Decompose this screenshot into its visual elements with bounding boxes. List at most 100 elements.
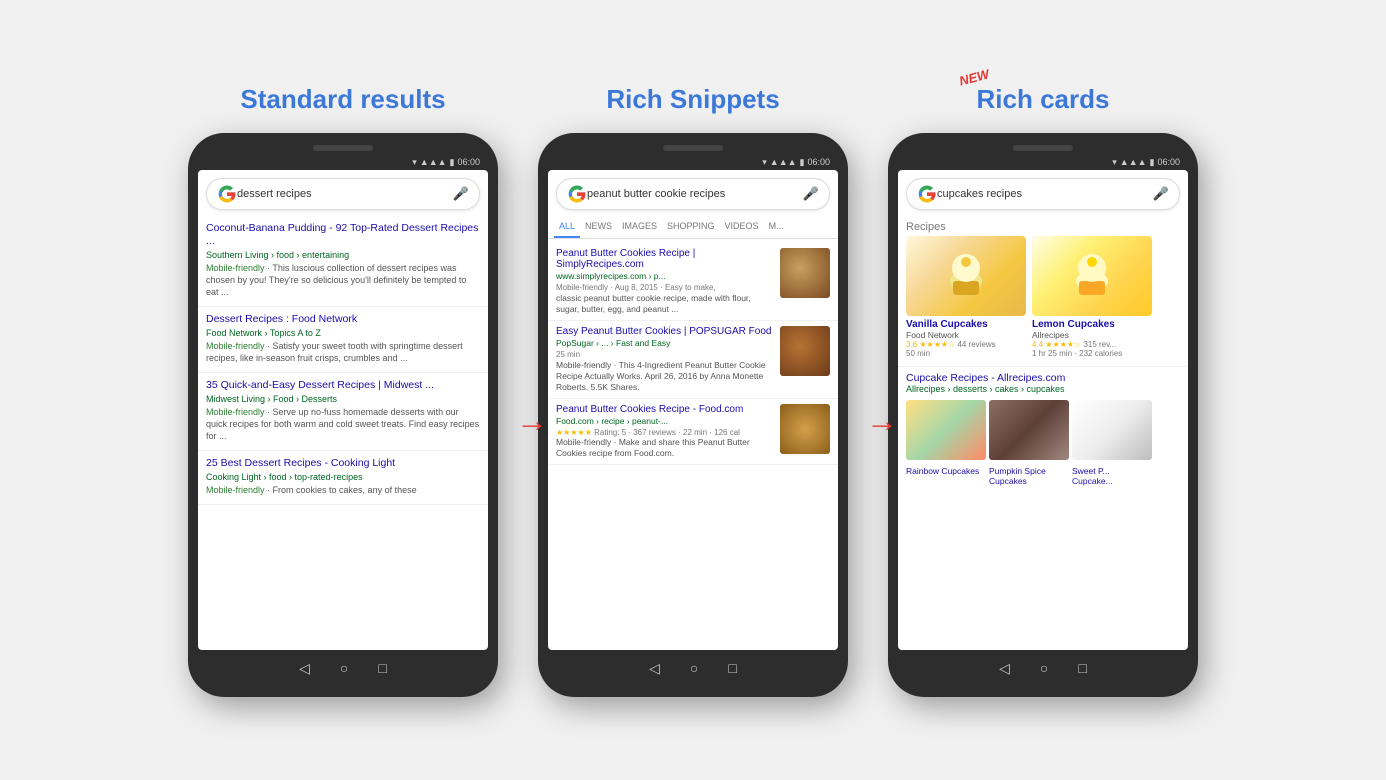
status-bar: ▾ ▲▲▲ ▮ 06:00 [198, 155, 488, 170]
status-icons-3: ▾ ▲▲▲ ▮ 06:00 [1112, 157, 1180, 168]
cupcake-result-title[interactable]: Cupcake Recipes - Allrecipes.com [906, 372, 1180, 384]
home-icon[interactable]: ○ [340, 660, 348, 676]
status-icons-2: ▾ ▲▲▲ ▮ 06:00 [762, 157, 830, 168]
card-lemon-cupcakes[interactable]: Lemon Cupcakes Allrecipes 4.4 ★★★★☆ 315 … [1032, 236, 1152, 358]
cupcake-result-url: Allrecipes › desserts › cakes › cupcakes [906, 384, 1180, 394]
result-4-title[interactable]: 25 Best Dessert Recipes - Cooking Light [206, 457, 480, 471]
snippet-2-url: PopSugar › ... › Fast and Easy [556, 338, 774, 348]
result-4-url: Cooking Light › food › top-rated-recipes [206, 472, 480, 482]
signal-icon-2: ▲▲▲ [770, 157, 797, 167]
card-img-vanilla [906, 236, 1026, 316]
standard-results-column: Standard results ▾ ▲▲▲ ▮ 06:00 [188, 84, 498, 697]
phone-screen-standard: dessert recipes 🎤 Coconut-Banana Pudding… [198, 170, 488, 650]
snippet-1-title[interactable]: Peanut Butter Cookies Recipe | SimplyRec… [556, 248, 774, 270]
phone-speaker [313, 145, 373, 151]
search-query-standard: dessert recipes [237, 188, 453, 200]
result-3-title[interactable]: 35 Quick-and-Easy Dessert Recipes | Midw… [206, 379, 480, 393]
result-2-url: Food Network › Topics A to Z [206, 328, 480, 338]
cookie-img-3 [780, 404, 830, 454]
snippet-2-text: Easy Peanut Butter Cookies | POPSUGAR Fo… [556, 326, 774, 393]
result-1-title[interactable]: Coconut-Banana Pudding - 92 Top-Rated De… [206, 222, 480, 249]
card-img-lemon [1032, 236, 1152, 316]
card-2-time: 1 hr 25 min · 232 calories [1032, 349, 1152, 358]
search-bar-snippets[interactable]: peanut butter cookie recipes 🎤 [556, 178, 830, 210]
mic-icon-cards[interactable]: 🎤 [1153, 186, 1169, 202]
mic-icon-snippets[interactable]: 🎤 [803, 186, 819, 202]
phone-rich-cards: ▾ ▲▲▲ ▮ 06:00 cupcakes recipes 🎤 [888, 133, 1198, 697]
result-2: Dessert Recipes : Food Network Food Netw… [198, 307, 488, 373]
recipes-label: Recipes [898, 216, 1188, 236]
result-4-desc: Mobile-friendly · From cookies to cakes,… [206, 484, 480, 496]
tab-more[interactable]: M... [764, 216, 789, 238]
recipe-cards-row: Vanilla Cupcakes Food Network 3.6 ★★★★☆ … [898, 236, 1188, 366]
snippet-3-title[interactable]: Peanut Butter Cookies Recipe - Food.com [556, 404, 774, 415]
snippet-3-text: Peanut Butter Cookies Recipe - Food.com … [556, 404, 774, 459]
result-3-desc: Mobile-friendly · Serve up no-fuss homem… [206, 406, 480, 442]
back-icon-2[interactable]: ◁ [649, 660, 660, 677]
search-bar-cards[interactable]: cupcakes recipes 🎤 [906, 178, 1180, 210]
cupcake-labels-row: Rainbow Cupcakes Pumpkin Spice Cupcakes … [898, 464, 1188, 492]
tab-shopping[interactable]: SHOPPING [662, 216, 720, 238]
card-2-source: Allrecipes [1032, 330, 1152, 340]
phone-standard: ▾ ▲▲▲ ▮ 06:00 dessert recipes 🎤 [188, 133, 498, 697]
phone-nav-bar-standard: ◁ ○ □ [198, 650, 488, 681]
cupcake-thumb-2[interactable] [989, 400, 1069, 460]
card-1-reviews: 44 reviews [957, 340, 995, 349]
signal-icon-3: ▲▲▲ [1120, 157, 1147, 167]
card-vanilla-cupcakes[interactable]: Vanilla Cupcakes Food Network 3.6 ★★★★☆ … [906, 236, 1026, 358]
status-bar-3: ▾ ▲▲▲ ▮ 06:00 [898, 155, 1188, 170]
wifi-icon: ▾ [412, 157, 417, 168]
cupcake-result: Cupcake Recipes - Allrecipes.com Allreci… [898, 366, 1188, 396]
search-bar-standard[interactable]: dessert recipes 🎤 [206, 178, 480, 210]
snippet-2-img [780, 326, 830, 376]
rich-snippets-column: Rich Snippets ▾ ▲▲▲ ▮ 06:00 [538, 84, 848, 697]
recents-icon-3[interactable]: □ [1078, 660, 1086, 676]
result-1-url: Southern Living › food › entertaining [206, 250, 480, 260]
arrow-2: → [866, 402, 898, 439]
status-bar-2: ▾ ▲▲▲ ▮ 06:00 [548, 155, 838, 170]
back-icon-3[interactable]: ◁ [999, 660, 1010, 677]
phone-nav-bar-cards: ◁ ○ □ [898, 650, 1188, 681]
recents-icon-2[interactable]: □ [728, 660, 736, 676]
battery-icon: ▮ [450, 157, 455, 168]
tab-all[interactable]: ALL [554, 216, 580, 238]
tab-news[interactable]: NEWS [580, 216, 617, 238]
phone-speaker-2 [663, 145, 723, 151]
card-1-time: 50 min [906, 349, 1026, 358]
snippet-1-meta: Mobile-friendly · Aug 8, 2015 · Easy to … [556, 283, 774, 292]
search-tabs: ALL NEWS IMAGES SHOPPING VIDEOS M... [548, 216, 838, 239]
phone-rich-snippets: ▾ ▲▲▲ ▮ 06:00 peanut butter cookie recip… [538, 133, 848, 697]
home-icon-2[interactable]: ○ [690, 660, 698, 676]
cupcake-label-3: Sweet P... Cupcake... [1072, 466, 1152, 486]
battery-icon-3: ▮ [1150, 157, 1155, 168]
cupcake-thumb-3[interactable] [1072, 400, 1152, 460]
snippet-1-text: Peanut Butter Cookies Recipe | SimplyRec… [556, 248, 774, 315]
result-4: 25 Best Dessert Recipes - Cooking Light … [198, 451, 488, 505]
cupcake-thumb-1[interactable] [906, 400, 986, 460]
status-icons: ▾ ▲▲▲ ▮ 06:00 [412, 157, 480, 168]
lemon-cupcake-graphic [1032, 236, 1152, 316]
battery-icon-2: ▮ [800, 157, 805, 168]
arrow-1: → [516, 402, 548, 439]
snippet-2-meta: 25 min [556, 350, 774, 359]
phone-speaker-3 [1013, 145, 1073, 151]
result-3-url: Midwest Living › Food › Desserts [206, 394, 480, 404]
cupcake-label-1: Rainbow Cupcakes [906, 466, 986, 486]
page-container: Standard results ▾ ▲▲▲ ▮ 06:00 [0, 64, 1386, 717]
result-2-title[interactable]: Dessert Recipes : Food Network [206, 313, 480, 327]
card-2-reviews: 315 rev... [1083, 340, 1116, 349]
snippet-3: Peanut Butter Cookies Recipe - Food.com … [548, 399, 838, 465]
vanilla-cupcake-graphic [906, 236, 1026, 316]
time-display-3: 06:00 [1157, 157, 1180, 167]
snippet-2-title[interactable]: Easy Peanut Butter Cookies | POPSUGAR Fo… [556, 326, 774, 337]
snippet-2: Easy Peanut Butter Cookies | POPSUGAR Fo… [548, 321, 838, 399]
lemon-cupcake-svg [1067, 246, 1117, 306]
home-icon-3[interactable]: ○ [1040, 660, 1048, 676]
mic-icon-standard[interactable]: 🎤 [453, 186, 469, 202]
tab-images[interactable]: IMAGES [617, 216, 662, 238]
tab-videos[interactable]: VIDEOS [720, 216, 764, 238]
signal-icon: ▲▲▲ [420, 157, 447, 167]
recents-icon[interactable]: □ [378, 660, 386, 676]
result-3: 35 Quick-and-Easy Dessert Recipes | Midw… [198, 373, 488, 451]
back-icon[interactable]: ◁ [299, 660, 310, 677]
